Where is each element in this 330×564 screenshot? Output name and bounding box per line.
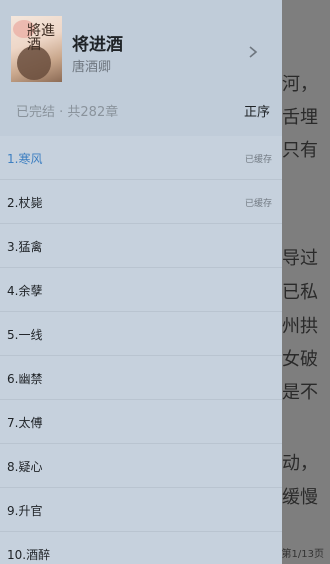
reader-text-line: 河，	[282, 74, 318, 95]
chapter-title: 9.升官	[7, 504, 43, 518]
chapter-row[interactable]: 8.疑心	[0, 444, 282, 488]
chevron-right-icon[interactable]	[245, 44, 261, 60]
chapter-title: 6.幽禁	[7, 372, 43, 386]
chapter-title: 2.杖毙	[7, 196, 43, 210]
chapter-row[interactable]: 2.杖毙 已缓存	[0, 180, 282, 224]
chapter-title: 3.猛禽	[7, 240, 43, 254]
book-author: 唐酒卿	[72, 60, 112, 75]
book-title: 将进酒	[72, 35, 123, 55]
reader-text-line: 缓慢	[282, 487, 318, 508]
sort-order-toggle[interactable]: 正序	[244, 101, 270, 120]
book-info-header[interactable]: 將進酒 将进酒 唐酒卿 已完结 · 共282章 正序	[0, 0, 282, 136]
page-indicator: 第1/13页	[281, 549, 324, 560]
chapter-row[interactable]: 4.余孽	[0, 268, 282, 312]
book-status: 已完结 · 共282章	[16, 105, 119, 120]
reader-text-line: 舌埋	[282, 107, 318, 128]
reader-text-line: 导过	[282, 248, 318, 269]
chapter-row[interactable]: 3.猛禽	[0, 224, 282, 268]
cache-status: 已缓存	[244, 199, 272, 209]
book-cover[interactable]: 將進酒	[11, 16, 62, 82]
chapter-title: 10.酒醉	[7, 548, 51, 562]
reader-text-line: 已私	[282, 282, 318, 303]
chapter-row[interactable]: 7.太傅	[0, 400, 282, 444]
cover-calligraphy: 將進酒	[27, 23, 55, 53]
chapter-row[interactable]: 10.酒醉	[0, 532, 282, 564]
chapter-title: 7.太傅	[7, 416, 43, 430]
reader-text-line: 动，	[282, 453, 318, 474]
chapter-title: 8.疑心	[7, 460, 43, 474]
reader-text-line: 州拱	[282, 316, 318, 337]
chapter-title: 4.余孽	[7, 284, 43, 298]
chapter-title: 5.一线	[7, 328, 43, 342]
chapter-title: 1.寒风	[7, 152, 43, 166]
chapter-row[interactable]: 9.升官	[0, 488, 282, 532]
reader-text-line: 只有	[282, 140, 318, 161]
chapter-row[interactable]: 6.幽禁	[0, 356, 282, 400]
chapter-row[interactable]: 1.寒风 已缓存	[0, 136, 282, 180]
chapter-list: 1.寒风 已缓存 2.杖毙 已缓存 3.猛禽 4.余孽 5.一线 6.幽禁 7.…	[0, 136, 282, 564]
chapter-row[interactable]: 5.一线	[0, 312, 282, 356]
reader-text-line: 是不	[282, 382, 318, 403]
chapter-drawer: 將進酒 将进酒 唐酒卿 已完结 · 共282章 正序 1.寒风 已缓存 2.杖毙…	[0, 0, 282, 564]
reader-text-line: 女破	[282, 349, 318, 370]
cache-status: 已缓存	[244, 155, 272, 165]
